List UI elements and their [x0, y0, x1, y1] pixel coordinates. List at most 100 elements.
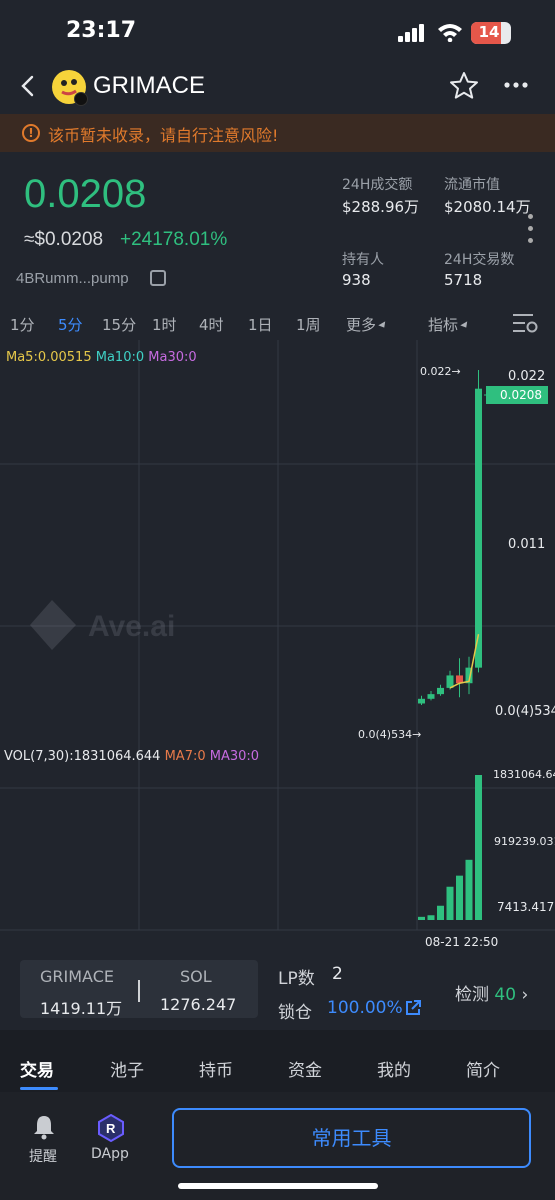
tab-funds[interactable]: 资金	[288, 1056, 322, 1081]
chart-grid	[0, 340, 555, 931]
price-usd: ≈$0.0208	[24, 229, 104, 250]
indicator-caret-icon	[460, 321, 470, 330]
ma5-legend: Ma5:0.00515	[6, 350, 92, 365]
dapp-label[interactable]: DApp	[91, 1146, 129, 1162]
favorite-star-icon[interactable]	[448, 70, 480, 102]
vol-legend: VOL(7,30):1831064.644	[4, 749, 161, 764]
svg-text:R: R	[106, 1121, 116, 1136]
risk-warning-text: 该币暂未收录，请自行注意风险!	[48, 126, 279, 145]
holders-label: 持有人	[342, 252, 384, 268]
volume-bar	[465, 859, 473, 920]
timeframe-1m[interactable]: 1分	[10, 314, 35, 335]
battery-level: 14	[478, 23, 500, 41]
wifi-icon	[438, 24, 462, 42]
timeframe-4h[interactable]: 4时	[199, 314, 224, 335]
chart-watermark: Ave.ai	[30, 600, 175, 650]
timeframe-1w[interactable]: 1周	[296, 314, 321, 335]
axis-vol-bottom: 7413.417	[497, 900, 554, 914]
dapp-icon[interactable]: R	[97, 1114, 125, 1142]
timeframe-bar: 1分 5分 15分 1时 4时 1日 1周 更多 指标	[0, 308, 555, 338]
quote-token-label: SOL	[180, 967, 212, 986]
vol-ma7-legend: MA7:0	[164, 749, 206, 764]
txns-24h-value: 5718	[444, 271, 483, 289]
ma-legend: Ma5:0.00515 Ma10:0 Ma30:0	[6, 350, 197, 365]
candle-body	[418, 698, 425, 704]
volume-bar	[418, 916, 425, 920]
volume-legend: VOL(7,30):1831064.644 MA7:0 MA30:0	[4, 749, 259, 764]
txns-24h-label: 24H交易数	[444, 252, 515, 268]
price-chart[interactable]: Ave.ai 0.022→ 0.0(4)534→ 0.022 0.0208 0.…	[0, 340, 555, 960]
candle-body	[475, 388, 482, 668]
indicator-label: 指标	[428, 316, 459, 334]
base-token-amount: 1419.11万	[40, 999, 123, 1018]
low-price-marker: 0.0(4)534→	[358, 728, 421, 741]
volume-bar	[427, 915, 435, 920]
more-label: 更多	[346, 316, 377, 334]
current-price-tag: 0.0208	[500, 388, 542, 402]
current-price: 0.0208	[24, 172, 147, 216]
candle-body	[427, 694, 435, 699]
ma10-legend: Ma10:0	[95, 350, 145, 365]
more-options-icon[interactable]	[503, 80, 529, 90]
back-icon[interactable]	[14, 72, 42, 100]
cellular-signal-icon	[398, 24, 428, 42]
contract-address: 4BRumm...pump	[16, 270, 129, 287]
tab-intro[interactable]: 简介	[466, 1056, 500, 1081]
volume-bar	[446, 886, 454, 920]
more-caret-icon	[378, 321, 388, 330]
vol-24h-label: 24H成交额	[342, 177, 413, 193]
home-indicator	[178, 1183, 378, 1189]
check-score: 40	[494, 985, 517, 1005]
indicator-select[interactable]: 指标	[428, 314, 470, 335]
timeframe-5m[interactable]: 5分	[58, 314, 83, 335]
security-check-button[interactable]: 检测 40 ›	[455, 980, 528, 1005]
external-link-icon[interactable]	[404, 999, 422, 1017]
pair-divider	[138, 980, 140, 1002]
tab-trade[interactable]: 交易	[20, 1056, 54, 1081]
tab-pool[interactable]: 池子	[110, 1056, 144, 1081]
axis-vol-top: 1831064.644	[493, 768, 555, 781]
watermark-text: Ave.ai	[88, 610, 175, 643]
base-token-label: GRIMACE	[40, 967, 114, 986]
battery-icon: 14	[471, 22, 511, 44]
market-cap-label: 流通市值	[444, 177, 500, 193]
timeframe-more[interactable]: 更多	[346, 314, 388, 335]
vol-24h-value: $288.96万	[342, 198, 420, 216]
axis-price-top: 0.022	[508, 369, 545, 384]
x-axis-time-label: 08-21 22:50	[425, 935, 498, 949]
solana-badge-icon	[74, 92, 88, 106]
volume-bar	[437, 905, 444, 920]
volume-bar	[475, 775, 482, 920]
candles-group	[418, 370, 482, 706]
common-tools-button[interactable]: 常用工具	[172, 1108, 531, 1168]
volume-bars-group	[418, 775, 482, 920]
high-price-marker: 0.022→	[420, 365, 461, 378]
timeframe-15m[interactable]: 15分	[102, 314, 136, 335]
alert-label[interactable]: 提醒	[29, 1146, 57, 1166]
volume-bar	[456, 875, 463, 920]
timeframe-1h[interactable]: 1时	[152, 314, 177, 335]
market-cap-value: $2080.14万	[444, 198, 531, 216]
lp-count-value: 2	[332, 964, 343, 984]
timeframe-1d[interactable]: 1日	[248, 314, 273, 335]
check-label: 检测	[455, 985, 489, 1005]
side-more-icon[interactable]	[528, 214, 534, 248]
price-change-percent: +24178.01%	[120, 229, 228, 250]
axis-price-bottom: 0.0(4)534	[495, 704, 555, 719]
bell-icon[interactable]	[32, 1114, 56, 1140]
active-tab-indicator	[20, 1087, 58, 1090]
candle-body	[437, 687, 444, 695]
holders-value: 938	[342, 271, 371, 289]
ma30-legend: Ma30:0	[148, 350, 197, 365]
axis-vol-mid: 919239.031	[494, 835, 555, 848]
chart-settings-icon[interactable]	[512, 312, 538, 334]
vol-ma30-legend: MA30:0	[209, 749, 260, 764]
chevron-right-icon: ›	[521, 985, 529, 1005]
tab-mine[interactable]: 我的	[377, 1056, 411, 1081]
page-title: GRIMACE	[93, 72, 206, 99]
ma5-line	[449, 634, 480, 689]
lock-value-link[interactable]: 100.00%	[327, 998, 403, 1018]
tab-holders[interactable]: 持币	[199, 1056, 233, 1081]
lp-count-label: LP数	[278, 969, 315, 989]
copy-icon[interactable]	[150, 270, 166, 286]
